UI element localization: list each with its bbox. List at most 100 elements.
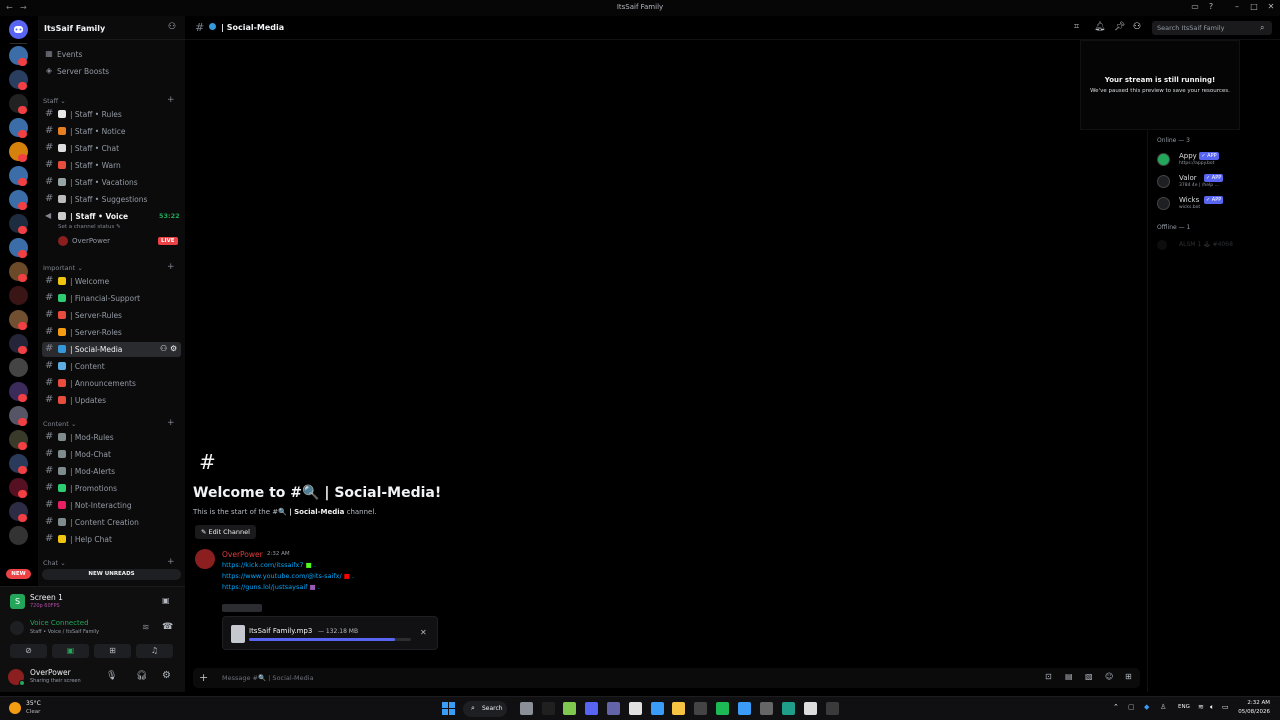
edit-channel-button[interactable]: ✎ Edit Channel — [195, 525, 256, 539]
invite-icon[interactable]: ⚇ — [160, 344, 167, 353]
copilot-icon[interactable] — [651, 702, 664, 715]
tray-icon[interactable]: ▢ — [1128, 703, 1135, 711]
channel-item[interactable]: # | Mod-Rules — [42, 430, 181, 445]
emoji-icon[interactable]: ☺ — [1105, 672, 1113, 681]
channel-item[interactable]: # | Welcome — [42, 274, 181, 289]
member-item[interactable]: Wicks ✓ APP wicks.bot — [1157, 194, 1272, 214]
voice-member[interactable]: OverPower LIVE — [58, 235, 178, 247]
disconnect-icon[interactable]: ☎ — [162, 622, 173, 632]
server-boosts-item[interactable]: ◈ Server Boosts — [44, 65, 180, 79]
discord-ptb-icon[interactable] — [826, 702, 839, 715]
server-header[interactable]: ItsSaif Family ⌄ ⚇ — [38, 16, 185, 40]
teams-icon[interactable] — [607, 702, 620, 715]
member-item[interactable]: Appy ✓ APP https://appy.bot — [1157, 150, 1272, 170]
volume-icon[interactable]: 🔈︎ — [1210, 703, 1214, 712]
microphone-icon[interactable]: 🎙︎ — [106, 671, 117, 681]
channel-status-hint[interactable]: Set a channel status ✎ — [58, 224, 121, 230]
activities-icon[interactable]: ⊞ — [94, 644, 131, 658]
defender-icon[interactable] — [738, 702, 751, 715]
add-channel-icon[interactable]: + — [167, 418, 175, 428]
direct-messages-button[interactable] — [9, 20, 28, 39]
weather-moon-icon[interactable] — [9, 702, 21, 714]
calculator-app-icon[interactable] — [760, 702, 773, 715]
popout-icon[interactable]: ▣ — [162, 596, 170, 605]
gif-icon[interactable]: ▤ — [1065, 672, 1073, 681]
channel-item[interactable]: # | Server-Rules — [42, 308, 181, 323]
taskbar-search[interactable]: ⌕ Search — [463, 701, 507, 717]
add-channel-icon[interactable]: + — [167, 95, 175, 105]
discord-icon[interactable] — [585, 702, 598, 715]
wifi-icon[interactable]: ≋ — [1198, 703, 1204, 711]
help-icon[interactable]: ? — [1200, 2, 1222, 14]
chevron-up-icon[interactable]: ⌃ — [1113, 703, 1119, 711]
category-content[interactable]: Content ⌄ + — [43, 418, 175, 428]
category-important[interactable]: Important ⌄ + — [43, 262, 175, 272]
settings-gear-icon[interactable]: ⚙ — [170, 344, 177, 353]
category-chat[interactable]: Chat ⌄ + — [43, 557, 175, 567]
channel-item[interactable]: # | Financial-Support — [42, 291, 181, 306]
notification-bell-icon[interactable]: 🔔︎ — [1094, 22, 1105, 32]
apps-icon[interactable]: ⊞ — [1125, 672, 1132, 681]
add-attachment-icon[interactable]: + — [199, 671, 208, 684]
clock-date[interactable]: 05/08/2026 — [1238, 709, 1270, 715]
category-staff[interactable]: Staff ⌄ + — [43, 95, 175, 105]
channel-item[interactable]: # | Promotions — [42, 481, 181, 496]
server-icon[interactable] — [9, 358, 28, 377]
message-link[interactable]: https://www.youtube.com/@its-saifx/ ■ . — [222, 572, 354, 580]
message-author[interactable]: OverPower — [222, 550, 263, 559]
language-indicator[interactable]: ENG — [1178, 704, 1190, 710]
server-icon[interactable] — [9, 286, 28, 305]
camera-off-icon[interactable]: ⊘ — [10, 644, 47, 658]
noise-suppression-icon[interactable]: ≋ — [142, 623, 150, 633]
channel-item[interactable]: # | Social-Media ⚇ ⚙ — [42, 342, 181, 357]
channel-item[interactable]: # | Mod-Chat — [42, 447, 181, 462]
message-composer[interactable]: + Message #🔍 | Social-Media ⊡ ▤ ▧ ☺ ⊞ — [193, 668, 1140, 688]
task-view-icon[interactable] — [520, 702, 533, 715]
channel-item[interactable]: # | Mod-Alerts — [42, 464, 181, 479]
cancel-upload-icon[interactable]: ✕ — [420, 628, 427, 637]
channel-item[interactable]: # | Announcements — [42, 376, 181, 391]
battery-icon[interactable]: ▭ — [1222, 703, 1229, 711]
terminal-icon[interactable] — [542, 702, 555, 715]
add-friend-icon[interactable]: ⚇ — [168, 22, 176, 32]
channel-item[interactable]: # | Staff • Vacations — [42, 175, 181, 190]
calculator-icon[interactable] — [694, 702, 707, 715]
avatar[interactable] — [195, 549, 215, 569]
close-button[interactable]: ✕ — [1260, 2, 1280, 14]
add-channel-icon[interactable]: + — [167, 557, 175, 567]
events-item[interactable]: ▦ Events — [44, 48, 180, 62]
sticker-icon[interactable]: ▧ — [1085, 672, 1093, 681]
message-link[interactable]: https://kick.com/itssaifx7 ■ . — [222, 561, 316, 569]
new-pill[interactable]: NEW — [6, 569, 31, 579]
gift-icon[interactable]: ⊡ — [1045, 672, 1052, 681]
member-list-icon[interactable]: ⚇ — [1133, 22, 1141, 32]
channel-item[interactable]: # | Content — [42, 359, 181, 374]
clock-time[interactable]: 2:32 AM — [1238, 700, 1270, 706]
vpn-icon[interactable] — [563, 702, 576, 715]
channel-item[interactable]: # | Staff • Chat — [42, 141, 181, 156]
settings-gear-icon[interactable]: ⚙ — [162, 670, 171, 681]
channel-item[interactable]: # | Staff • Suggestions — [42, 192, 181, 207]
threads-icon[interactable]: ⌗ — [1074, 22, 1079, 32]
screen-share-icon[interactable]: ▣ — [52, 644, 89, 658]
channel-item[interactable]: # | Staff • Notice — [42, 124, 181, 139]
search-input[interactable]: Search ItsSaif Family ⌕ — [1152, 21, 1272, 35]
new-unreads-pill[interactable]: NEW UNREADS — [42, 569, 181, 580]
spotify-icon[interactable] — [716, 702, 729, 715]
channel-item[interactable]: # | Updates — [42, 393, 181, 408]
server-icon[interactable] — [9, 526, 28, 545]
channel-item[interactable]: # | Server-Roles — [42, 325, 181, 340]
add-channel-icon[interactable]: + — [167, 262, 175, 272]
message-link[interactable]: https://guns.lol/justsaysaif ■ . — [222, 583, 320, 591]
tray-icon[interactable]: ◆ — [1144, 703, 1149, 711]
stream-tile[interactable]: S Screen 1 720p 60FPS ▣ — [6, 590, 178, 614]
pin-icon[interactable]: 📌︎ — [1114, 22, 1125, 32]
channel-item[interactable]: # | Staff • Rules — [42, 107, 181, 122]
channel-item[interactable]: # | Not-Interacting — [42, 498, 181, 513]
channel-item[interactable]: # | Help Chat — [42, 532, 181, 547]
microphone-tray-icon[interactable]: ♙ — [1160, 703, 1166, 711]
user-area[interactable]: OverPower Sharing their screen 🎙︎ 🎧︎ ⚙ — [6, 666, 178, 688]
member-item[interactable]: ALSM 1 🕹 #4068 — [1157, 239, 1267, 251]
member-item[interactable]: Valor ✓ APP 3784 4e | /help ... — [1157, 172, 1272, 192]
edge-icon[interactable] — [782, 702, 795, 715]
